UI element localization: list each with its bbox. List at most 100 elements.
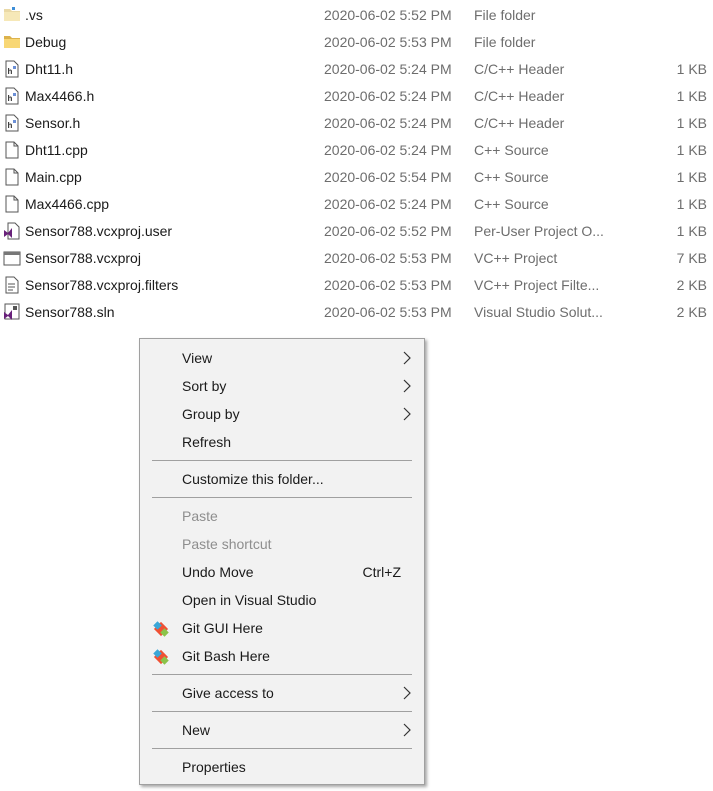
svg-text:h: h [8, 67, 13, 76]
source-file-icon [3, 168, 21, 186]
menu-item-refresh[interactable]: Refresh [140, 428, 424, 456]
file-size: 2 KB [676, 304, 707, 320]
file-row[interactable]: h Sensor.h 2020-06-02 5:24 PM C/C++ Head… [0, 110, 713, 137]
file-date: 2020-06-02 5:24 PM [324, 115, 452, 131]
menu-separator [152, 674, 412, 675]
file-name: Debug [25, 34, 67, 50]
menu-item-label: Properties [182, 759, 246, 775]
chevron-right-icon [403, 686, 411, 700]
menu-item-properties[interactable]: Properties [140, 753, 424, 781]
file-size: 1 KB [676, 142, 707, 158]
menu-item-open-in-visual-studio[interactable]: Open in Visual Studio [140, 586, 424, 614]
file-type: VC++ Project Filte... [474, 277, 600, 293]
file-date: 2020-06-02 5:52 PM [324, 223, 452, 239]
file-name: Main.cpp [25, 169, 82, 185]
file-row[interactable]: Sensor788.vcxproj 2020-06-02 5:53 PM VC+… [0, 245, 713, 272]
menu-item-group-by[interactable]: Group by [140, 400, 424, 428]
chevron-right-icon [403, 407, 411, 421]
menu-item-new[interactable]: New [140, 716, 424, 744]
file-date: 2020-06-02 5:53 PM [324, 34, 452, 50]
menu-item-paste[interactable]: Paste [140, 502, 424, 530]
menu-separator [152, 748, 412, 749]
menu-item-paste-shortcut[interactable]: Paste shortcut [140, 530, 424, 558]
vcxproj-file-icon [3, 249, 21, 267]
vs-user-file-icon [3, 222, 21, 240]
file-row[interactable]: Dht11.cpp 2020-06-02 5:24 PM C++ Source … [0, 137, 713, 164]
file-name: Dht11.h [25, 61, 73, 77]
file-row[interactable]: Main.cpp 2020-06-02 5:54 PM C++ Source 1… [0, 164, 713, 191]
file-row[interactable]: Sensor788.sln 2020-06-02 5:53 PM Visual … [0, 299, 713, 326]
file-name: Sensor788.sln [25, 304, 115, 320]
menu-item-view[interactable]: View [140, 344, 424, 372]
file-list: .vs 2020-06-02 5:52 PM File folder Debug… [0, 2, 713, 326]
file-row[interactable]: Debug 2020-06-02 5:53 PM File folder [0, 29, 713, 56]
file-date: 2020-06-02 5:24 PM [324, 142, 452, 158]
folder-icon [3, 33, 21, 51]
file-row[interactable]: .vs 2020-06-02 5:52 PM File folder [0, 2, 713, 29]
file-name: Sensor788.vcxproj [25, 250, 141, 266]
file-row[interactable]: Max4466.cpp 2020-06-02 5:24 PM C++ Sourc… [0, 191, 713, 218]
file-row[interactable]: h Dht11.h 2020-06-02 5:24 PM C/C++ Heade… [0, 56, 713, 83]
file-type: C++ Source [474, 169, 549, 185]
file-size: 1 KB [676, 115, 707, 131]
file-size: 1 KB [676, 169, 707, 185]
file-name: .vs [25, 7, 43, 23]
menu-item-undo-move[interactable]: Undo Move Ctrl+Z [140, 558, 424, 586]
file-type: C/C++ Header [474, 115, 565, 131]
svg-text:h: h [8, 121, 13, 130]
file-size: 1 KB [676, 223, 707, 239]
file-type: File folder [474, 7, 536, 23]
chevron-right-icon [403, 351, 411, 365]
keyboard-shortcut: Ctrl+Z [362, 564, 402, 580]
file-type: C/C++ Header [474, 88, 565, 104]
menu-item-label: Git Bash Here [182, 648, 270, 664]
chevron-right-icon [403, 379, 411, 393]
filters-file-icon [3, 276, 21, 294]
file-name: Sensor788.vcxproj.filters [25, 277, 179, 293]
menu-separator [152, 711, 412, 712]
menu-item-label: Customize this folder... [182, 471, 324, 487]
file-name: Max4466.h [25, 88, 95, 104]
header-file-icon: h [3, 114, 21, 132]
menu-item-label: Sort by [182, 378, 227, 394]
file-type: C++ Source [474, 196, 549, 212]
file-name: Sensor.h [25, 115, 81, 131]
source-file-icon [3, 141, 21, 159]
menu-item-git-bash-here[interactable]: Git Bash Here [140, 642, 424, 670]
file-row[interactable]: Sensor788.vcxproj.filters 2020-06-02 5:5… [0, 272, 713, 299]
menu-item-give-access-to[interactable]: Give access to [140, 679, 424, 707]
file-type: C/C++ Header [474, 61, 565, 77]
menu-item-customize-folder[interactable]: Customize this folder... [140, 465, 424, 493]
file-size: 2 KB [676, 277, 707, 293]
folder-hidden-icon [3, 6, 21, 24]
file-date: 2020-06-02 5:54 PM [324, 169, 452, 185]
source-file-icon [3, 195, 21, 213]
menu-item-git-gui-here[interactable]: Git GUI Here [140, 614, 424, 642]
menu-separator [152, 460, 412, 461]
file-name: Max4466.cpp [25, 196, 110, 212]
menu-item-label: View [182, 350, 213, 366]
menu-item-label: Paste shortcut [182, 536, 272, 552]
file-row[interactable]: Sensor788.vcxproj.user 2020-06-02 5:52 P… [0, 218, 713, 245]
chevron-right-icon [403, 723, 411, 737]
file-row[interactable]: h Max4466.h 2020-06-02 5:24 PM C/C++ Hea… [0, 83, 713, 110]
context-menu: View Sort by Group by Refresh Customize … [139, 338, 425, 785]
file-date: 2020-06-02 5:53 PM [324, 277, 452, 293]
menu-item-sort-by[interactable]: Sort by [140, 372, 424, 400]
file-size: 1 KB [676, 88, 707, 104]
file-date: 2020-06-02 5:24 PM [324, 88, 452, 104]
file-type: File folder [474, 34, 536, 50]
file-size: 7 KB [676, 250, 707, 266]
file-size: 1 KB [676, 61, 707, 77]
menu-item-label: New [182, 722, 211, 738]
header-file-icon: h [3, 87, 21, 105]
header-file-icon: h [3, 60, 21, 78]
menu-separator [152, 497, 412, 498]
menu-item-label: Refresh [182, 434, 232, 450]
file-name: Dht11.cpp [25, 142, 88, 158]
menu-item-label: Undo Move [182, 564, 254, 580]
svg-text:h: h [8, 94, 13, 103]
file-date: 2020-06-02 5:53 PM [324, 304, 452, 320]
git-icon [153, 621, 169, 637]
file-type: Per-User Project O... [474, 223, 604, 239]
